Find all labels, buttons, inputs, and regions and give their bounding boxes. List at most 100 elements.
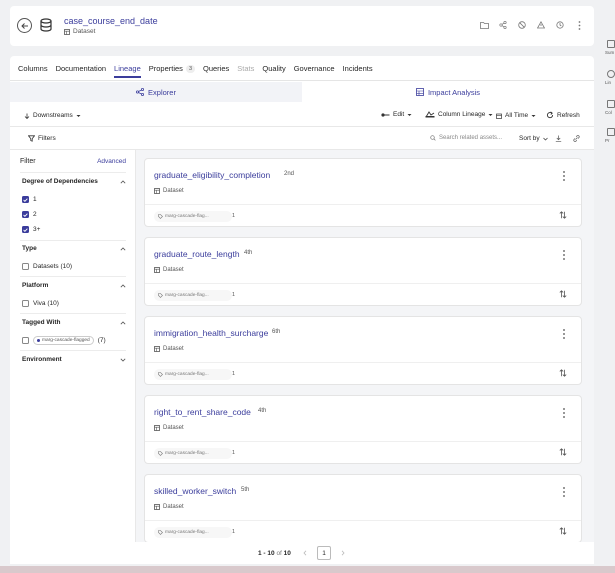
share-icon[interactable]: [498, 20, 508, 30]
link-icon[interactable]: [573, 135, 580, 142]
tab-explorer[interactable]: Explorer: [10, 82, 302, 102]
results-list: graduate_eligibility_completion 2nd Data…: [136, 150, 594, 542]
properties-icon[interactable]: [607, 128, 615, 136]
swap-icon[interactable]: [559, 369, 567, 377]
bottom-strip: [0, 566, 615, 573]
swap-icon[interactable]: [559, 527, 567, 535]
tag-icon: [158, 451, 163, 456]
result-name-link[interactable]: right_to_rent_share_code: [154, 407, 251, 417]
column-lineage-toggle[interactable]: Column Lineage: [425, 111, 493, 118]
entity-name[interactable]: case_course_end_date: [64, 16, 158, 26]
page-number-button[interactable]: 1: [317, 546, 331, 560]
search-related-assets-input[interactable]: Search related assets...: [426, 131, 516, 145]
database-icon: [39, 18, 53, 32]
checkbox-checked-icon: [22, 211, 29, 218]
section-platform[interactable]: Platform: [22, 282, 126, 289]
degree-option-3-plus[interactable]: 3+: [22, 226, 40, 233]
section-degree-of-dependencies[interactable]: Degree of Dependencies: [22, 178, 126, 185]
result-card: graduate_route_length 4th Dataset marg-c…: [144, 237, 582, 306]
tag-dot-icon: [37, 339, 40, 342]
deprecate-icon[interactable]: [517, 20, 527, 30]
degree-badge: 4th: [244, 250, 253, 256]
platform-option-viva[interactable]: Viva (10): [22, 300, 59, 307]
history-icon[interactable]: [555, 20, 565, 30]
caret-down-icon: [76, 114, 81, 117]
tag-count: 1: [232, 213, 236, 219]
lineage-view-switch: Explorer Impact Analysis: [10, 82, 594, 102]
tabs-divider: [10, 80, 594, 81]
degree-option-2[interactable]: 2: [22, 211, 37, 218]
advanced-filter-link[interactable]: Advanced: [97, 158, 126, 165]
lineage-icon[interactable]: [607, 70, 615, 78]
result-name-link[interactable]: graduate_eligibility_completion: [154, 170, 270, 180]
tag-option-marg-cascade-flagged[interactable]: marg-cascade-flagged (7): [22, 336, 106, 345]
table-icon: [154, 425, 160, 431]
table-icon: [154, 346, 160, 352]
pagination-bar: 1 - 10 of 10 1: [10, 542, 594, 564]
result-card: graduate_eligibility_completion 2nd Data…: [144, 158, 582, 227]
tab-governance[interactable]: Governance: [294, 64, 335, 77]
warning-icon[interactable]: [536, 20, 546, 30]
summary-icon[interactable]: [607, 40, 615, 48]
section-environment[interactable]: Environment: [22, 356, 126, 363]
more-vertical-icon[interactable]: [561, 171, 567, 181]
type-option-datasets[interactable]: Datasets (10): [22, 263, 72, 270]
result-name-link[interactable]: skilled_worker_switch: [154, 486, 236, 496]
tab-properties[interactable]: Properties 3: [149, 64, 195, 77]
table-icon: [64, 28, 70, 35]
lineage-toolbar: Downstreams Edit Column Lineage All Time…: [10, 106, 594, 126]
section-tagged-with[interactable]: Tagged With: [22, 319, 126, 326]
table-icon: [154, 267, 160, 273]
tab-incidents[interactable]: Incidents: [343, 64, 373, 77]
table-icon: [154, 188, 160, 194]
swap-icon[interactable]: [559, 211, 567, 219]
swap-icon[interactable]: [559, 290, 567, 298]
more-vertical-icon[interactable]: [561, 329, 567, 339]
time-range-select[interactable]: All Time: [496, 112, 536, 119]
tab-impact-analysis[interactable]: Impact Analysis: [302, 82, 594, 102]
arrow-left-icon: [20, 22, 28, 29]
sort-by-select[interactable]: Sort by: [519, 135, 548, 142]
more-vertical-icon[interactable]: [561, 408, 567, 418]
tab-queries[interactable]: Queries: [203, 64, 229, 77]
tag-pill[interactable]: marg-cascade-flag...: [154, 290, 232, 301]
chevron-up-icon: [120, 320, 126, 324]
prev-page-button[interactable]: [298, 546, 312, 560]
entity-tabs: Columns Documentation Lineage Properties…: [18, 64, 373, 78]
tag-pill[interactable]: marg-cascade-flag...: [154, 527, 232, 538]
section-type[interactable]: Type: [22, 245, 126, 252]
result-name-link[interactable]: immigration_health_surcharge: [154, 328, 268, 338]
properties-count-badge: 3: [185, 64, 195, 73]
tab-stats[interactable]: Stats: [237, 64, 254, 77]
direction-select[interactable]: Downstreams: [24, 112, 81, 119]
download-icon[interactable]: [555, 135, 562, 142]
entity-header: case_course_end_date Dataset: [10, 6, 594, 46]
tag-count: 1: [232, 450, 236, 456]
more-vertical-icon[interactable]: [574, 20, 584, 30]
filters-button[interactable]: Filters: [28, 135, 56, 142]
chevron-down-icon: [120, 358, 126, 362]
swap-icon[interactable]: [559, 448, 567, 456]
refresh-button[interactable]: Refresh: [546, 111, 580, 119]
result-name-link[interactable]: graduate_route_length: [154, 249, 240, 259]
tag-pill[interactable]: marg-cascade-flag...: [154, 211, 232, 222]
tab-quality[interactable]: Quality: [262, 64, 285, 77]
tab-documentation[interactable]: Documentation: [56, 64, 106, 77]
next-page-button[interactable]: [336, 546, 350, 560]
tag-pill[interactable]: marg-cascade-flag...: [154, 369, 232, 380]
right-rail: Sum Lin Col Pr: [604, 0, 615, 573]
edit-button[interactable]: Edit: [381, 111, 412, 118]
degree-option-1[interactable]: 1: [22, 196, 37, 203]
arrow-down-icon: [24, 113, 30, 119]
more-vertical-icon[interactable]: [561, 250, 567, 260]
back-button[interactable]: [17, 18, 32, 33]
folder-icon[interactable]: [479, 20, 489, 30]
tab-lineage[interactable]: Lineage: [114, 64, 141, 78]
tab-columns[interactable]: Columns: [18, 64, 48, 77]
columns-icon[interactable]: [607, 100, 615, 108]
result-card: skilled_worker_switch 5th Dataset marg-c…: [144, 474, 582, 542]
more-vertical-icon[interactable]: [561, 487, 567, 497]
table-icon: [154, 504, 160, 510]
chevron-up-icon: [120, 246, 126, 250]
tag-pill[interactable]: marg-cascade-flag...: [154, 448, 232, 459]
